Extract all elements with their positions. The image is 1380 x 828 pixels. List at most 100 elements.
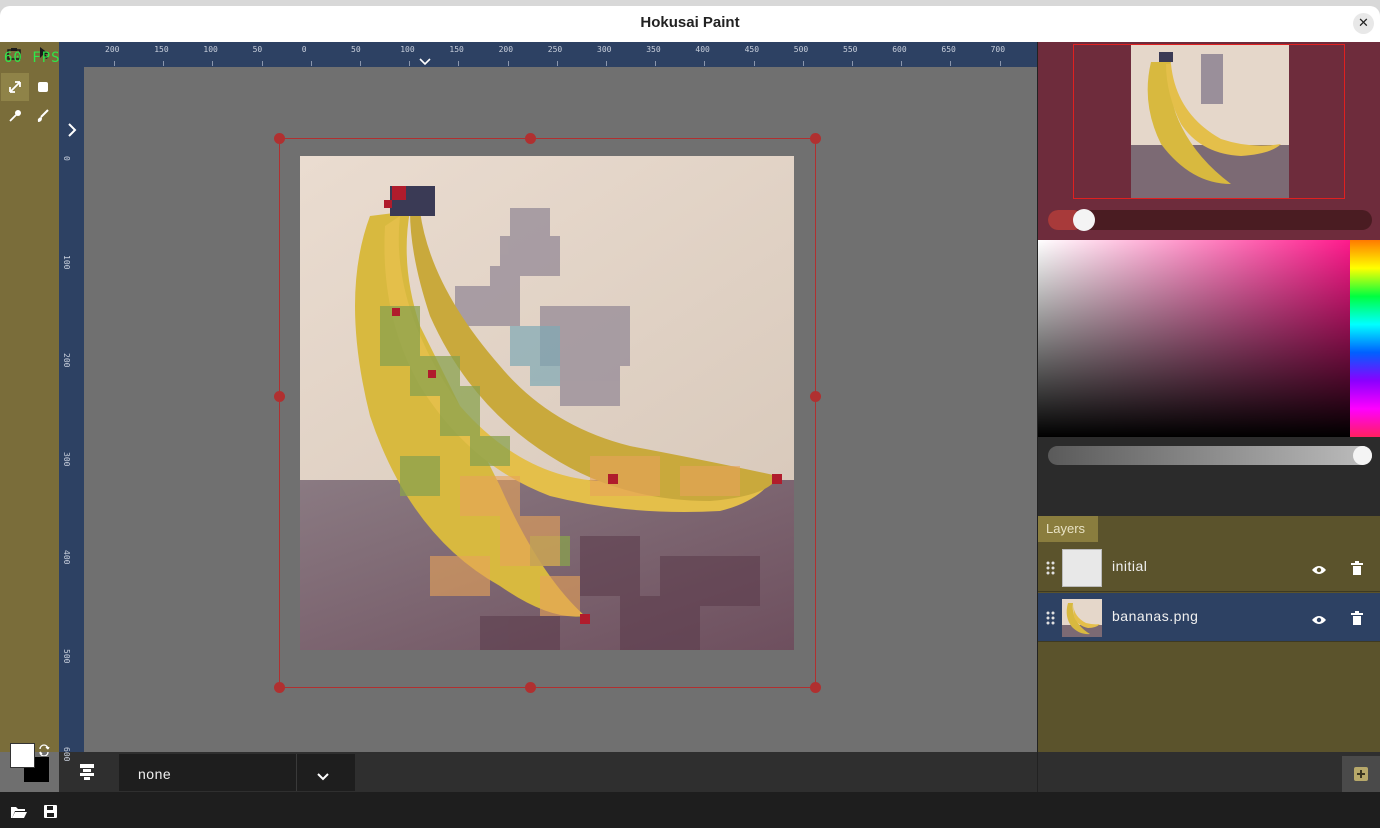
ruler-tick (163, 61, 165, 66)
ruler-tick-label: 200 (62, 353, 71, 368)
ruler-tick (901, 61, 903, 66)
select-divider (296, 754, 297, 791)
ruler-tick-label: 200 (105, 45, 120, 54)
add-layer-button[interactable] (1342, 756, 1380, 792)
ruler-tick (261, 61, 263, 66)
title-bar: Hokusai Paint ✕ (0, 0, 1380, 42)
ruler-tick (507, 61, 509, 66)
drag-handle-icon[interactable] (1046, 560, 1056, 579)
resize-handle-se[interactable] (810, 682, 821, 693)
move-icon (9, 81, 21, 93)
ruler-tick (310, 61, 312, 66)
trash-icon[interactable] (1351, 560, 1363, 579)
ruler-tick (655, 61, 657, 66)
resize-handle-nw[interactable] (274, 133, 285, 144)
ruler-tick-label: 150 (449, 45, 464, 54)
ruler-tick-label: 150 (154, 45, 169, 54)
hue-strip[interactable] (1350, 240, 1380, 437)
square-icon (38, 82, 48, 92)
opacity-slider-thumb[interactable] (1353, 446, 1372, 465)
ruler-tick (458, 61, 460, 66)
brush-icon (37, 109, 49, 122)
close-icon: ✕ (1358, 16, 1369, 31)
layers-tab[interactable]: Layers (1038, 516, 1098, 542)
ruler-tick (852, 61, 853, 66)
selection-box[interactable] (279, 138, 816, 688)
swap-colors-icon[interactable] (38, 741, 50, 760)
layer-row-bananas[interactable]: bananas.png (1038, 593, 1380, 641)
move-tool-button[interactable] (1, 73, 29, 101)
ruler-tick-label: 50 (351, 45, 361, 54)
layer-name: initial (1112, 558, 1148, 574)
drag-handle-icon[interactable] (1046, 610, 1056, 629)
eyedropper-tool-button[interactable] (1, 102, 29, 130)
folder-open-icon[interactable] (10, 804, 28, 823)
ruler-tick (802, 61, 804, 66)
blend-mode-value: none (138, 766, 172, 782)
ruler-tick-label: 400 (62, 550, 71, 565)
ruler-tick-label: 500 (793, 45, 809, 54)
ruler-tick-label: 500 (62, 648, 71, 663)
ruler-tick-label: 350 (646, 45, 661, 54)
resize-handle-w[interactable] (274, 391, 285, 402)
save-icon[interactable] (43, 804, 58, 823)
layers-footer (1037, 752, 1380, 792)
top-ruler-labels: 200 150 100 50 0 50 100 150 200 250 300 350 400 450 50… (59, 42, 1037, 67)
fps-counter: 60 FPS (4, 50, 61, 66)
chevron-down-icon[interactable] (316, 767, 330, 786)
ruler-tick-label: 300 (62, 451, 71, 466)
layer-thumbnail (1062, 549, 1102, 587)
window-title: Hokusai Paint (640, 14, 740, 31)
color-slider-thumb[interactable] (1073, 209, 1095, 231)
resize-handle-s[interactable] (525, 682, 536, 693)
ruler-tick-label: 0 (301, 45, 307, 54)
ruler-tick-label: 550 (843, 45, 858, 54)
ruler-tick (212, 61, 214, 66)
ruler-tick-label: 50 (252, 45, 263, 54)
tool-panel (0, 42, 59, 752)
blend-mode-icon[interactable] (78, 763, 96, 785)
status-bar (0, 792, 1380, 828)
ruler-tick (950, 61, 952, 66)
ruler-tick (556, 61, 558, 66)
ruler-tick-label: 100 (400, 45, 415, 54)
layer-thumbnail (1062, 599, 1102, 637)
ruler-tick (114, 61, 115, 66)
ruler-tick-label: 600 (892, 45, 907, 54)
foreground-color-swatch[interactable] (10, 743, 35, 768)
layer-row-initial[interactable]: initial (1038, 543, 1380, 591)
layer-divider (1038, 641, 1380, 642)
brush-tool-button[interactable] (29, 102, 57, 130)
layer-name: bananas.png (1112, 608, 1199, 624)
ruler-tick-label: 200 (498, 45, 514, 54)
ruler-tick-label: 650 (941, 45, 956, 54)
ruler-tick (753, 61, 755, 66)
resize-handle-e[interactable] (810, 391, 821, 402)
ruler-tick-label: 100 (62, 254, 71, 269)
resize-handle-n[interactable] (525, 133, 536, 144)
eyedropper-icon (9, 110, 21, 122)
navigator-viewport[interactable] (1073, 44, 1345, 199)
layer-divider (1038, 591, 1380, 592)
eye-icon[interactable] (1311, 561, 1327, 580)
ruler-tick-label: 700 (990, 45, 1006, 54)
resize-handle-ne[interactable] (810, 133, 821, 144)
ruler-tick-label: 600 (62, 747, 71, 762)
left-ruler-labels: 0 100 200 300 400 500 600 (59, 67, 84, 761)
color-slider-track[interactable] (1048, 210, 1372, 230)
ruler-tick-label: 300 (597, 45, 612, 54)
select-tool-button[interactable] (29, 73, 57, 101)
ruler-tick (360, 61, 361, 66)
ruler-tick-label: 450 (744, 45, 760, 54)
ruler-tick-label: 0 (62, 156, 71, 161)
eye-icon[interactable] (1311, 611, 1327, 630)
ruler-tick-label: 250 (547, 45, 563, 54)
trash-icon[interactable] (1351, 610, 1363, 629)
saturation-value-picker[interactable] (1038, 240, 1350, 437)
close-button[interactable]: ✕ (1353, 13, 1374, 34)
ruler-tick (704, 61, 706, 66)
resize-handle-sw[interactable] (274, 682, 285, 693)
opacity-slider-track[interactable] (1048, 446, 1372, 465)
ruler-tick (606, 61, 607, 66)
add-layer-icon (1354, 767, 1368, 781)
